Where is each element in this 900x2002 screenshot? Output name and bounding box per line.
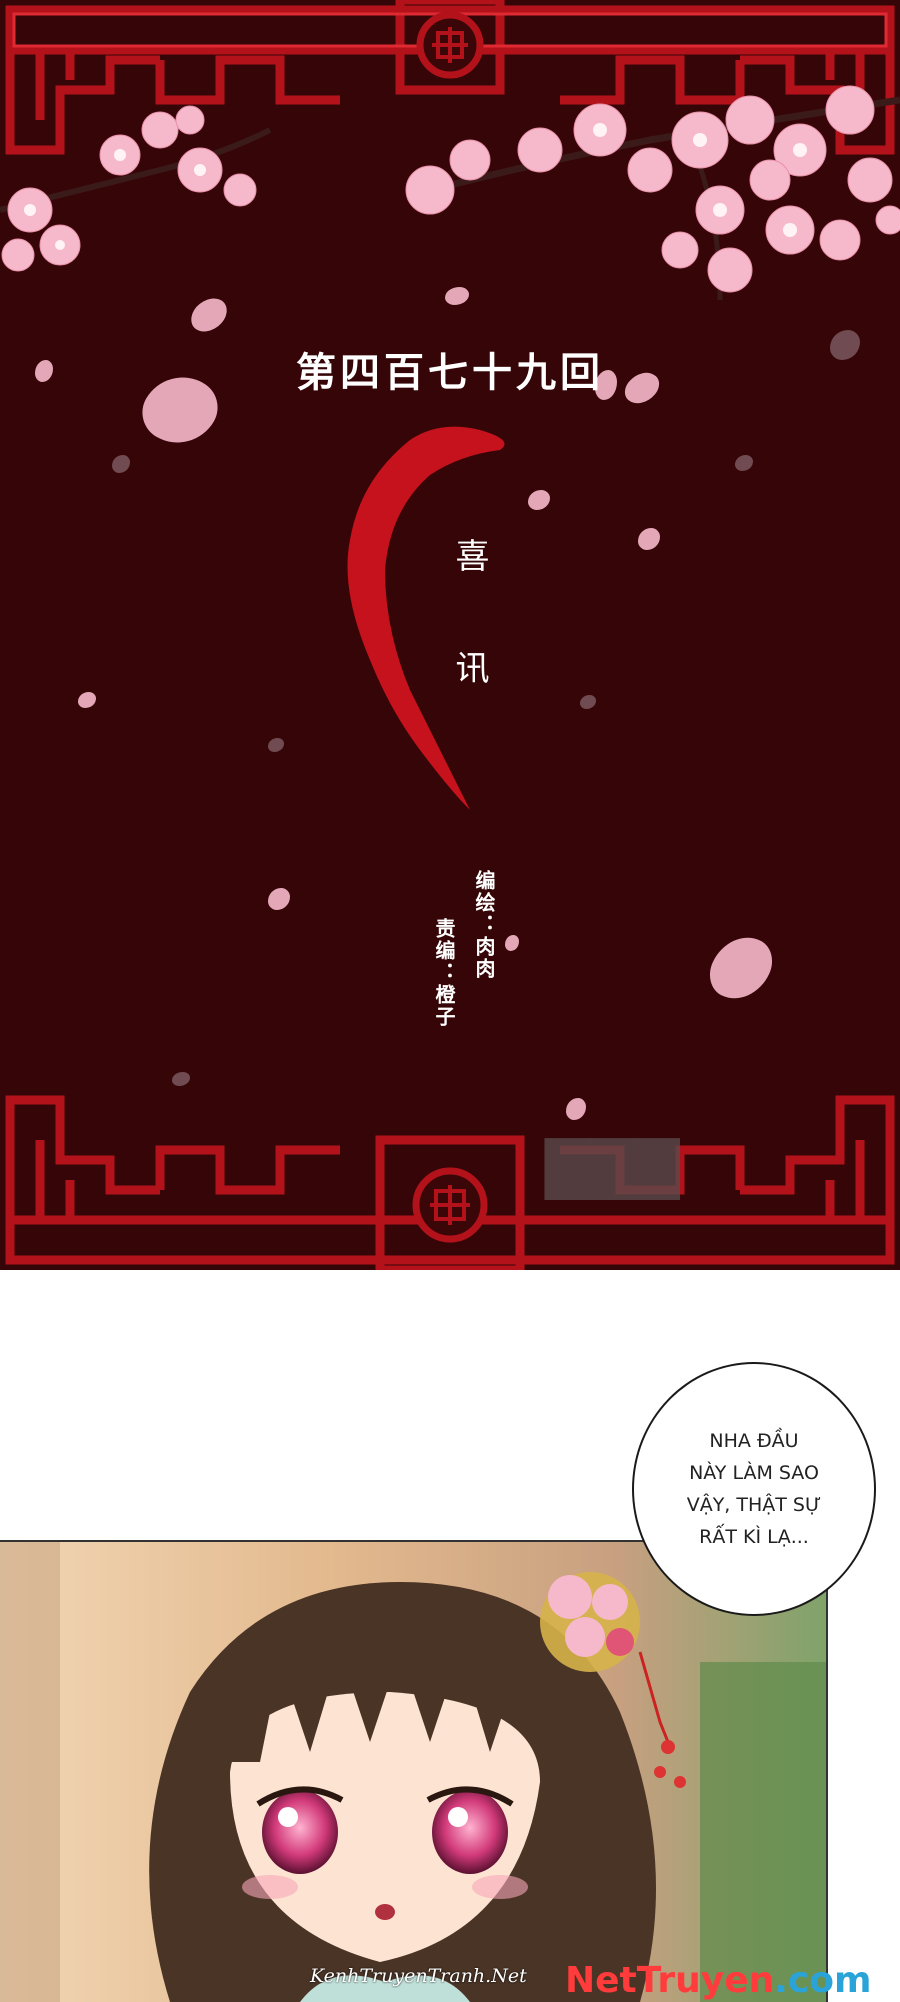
falling-petal (701, 926, 781, 1010)
falling-petal (112, 455, 130, 473)
cherry-blossom-branch-left (0, 60, 300, 284)
chapter-name-char-1: 喜 (449, 538, 489, 572)
falling-petal (580, 695, 596, 709)
chapter-name-char-2: 讯 (449, 650, 489, 684)
speech-line: RẤT KÌ LẠ... (699, 1526, 809, 1548)
speech-line: NÀY LÀM SAO (689, 1462, 819, 1484)
site-logo-part2: .com (774, 1960, 872, 2001)
scanlator-credit: KenhTruyenTranh.Net (310, 1965, 527, 1987)
editor-credit: 责编：橙子 (432, 918, 456, 1028)
chapter-title-panel: 第四百七十九回 喜 讯 编绘：肉肉 责编：橙子 ▇▇▇ (0, 0, 900, 1270)
speech-line: VẬY, THẬT SỰ (686, 1494, 822, 1516)
falling-petal (638, 528, 660, 550)
falling-petal (735, 455, 753, 471)
falling-petal (186, 294, 232, 336)
site-logo[interactable]: NetTruyen.com (565, 1960, 872, 2001)
speech-text: NHA ĐẦU NÀY LÀM SAO VẬY, THẬT SỰ RẤT KÌ … (669, 1425, 839, 1553)
artist-credit: 编绘：肉肉 (472, 870, 496, 980)
falling-petal (268, 738, 284, 752)
bottom-lattice-frame (0, 1080, 900, 1270)
falling-petal (268, 888, 290, 910)
character-panel (0, 1540, 828, 2002)
site-logo-part1: NetTruyen (565, 1960, 775, 2001)
chapter-number-title: 第四百七十九回 (296, 349, 604, 396)
speech-bubble: NHA ĐẦU NÀY LÀM SAO VẬY, THẬT SỰ RẤT KÌ … (632, 1362, 876, 1616)
girl-with-hairpin-illustration (0, 1542, 826, 2002)
speech-line: NHA ĐẦU (709, 1430, 799, 1452)
red-brush-stroke (330, 420, 520, 824)
falling-petal (78, 692, 96, 708)
publisher-logo-icon: ▇▇▇ (545, 1130, 679, 1200)
falling-petal (528, 490, 550, 510)
falling-petal (505, 935, 519, 951)
